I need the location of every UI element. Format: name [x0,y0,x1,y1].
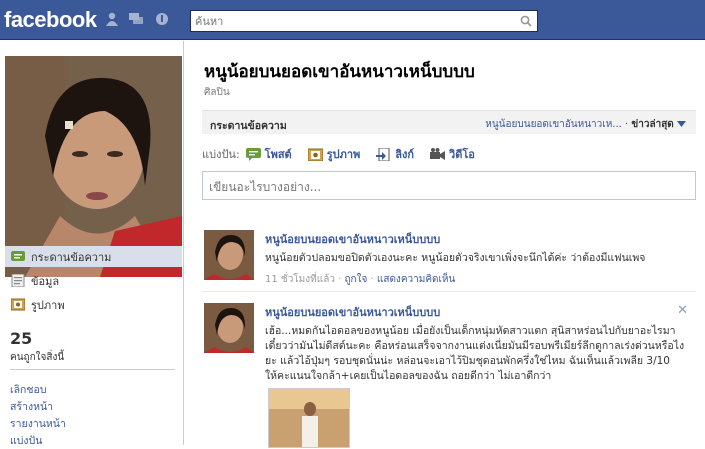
post-author-link[interactable]: หนูน้อยบนยอดเขาอันหนาวเหน็บบบบ [265,230,685,248]
composer-input[interactable]: เขียนอะไรบางอย่าง... [202,171,696,200]
sidebar-item-label: ข้อมูล [31,274,60,288]
sidebar-item-info[interactable]: ข้อมูล [5,270,182,291]
post-divider [202,291,696,292]
post-body: หนูน้อยบนยอดเขาอันหนาวเหน็บบบบ หนูน้อยตั… [265,230,685,287]
post-timestamp[interactable]: 11 ชั่วโมงที่แล้ว [265,274,335,285]
sidebar-item-wall[interactable]: กระดานข้อความ [5,246,182,267]
create-page-link[interactable]: สร้างหน้า [10,398,66,415]
wall-filter-page-link[interactable]: หนูน้อยบนยอดเขาอันหนาวเห... [485,119,622,130]
share-label: แบ่งปัน: [202,148,240,161]
comment-link[interactable]: แสดงความคิดเห็น [377,274,455,285]
post-body: หนูน้อยบนยอดเขาอันหนาวเหน็บบบบ เฮ้อ...หม… [265,303,685,384]
post-text: หนูน้อยตัวปลอมขอปิดตัวเองนะคะ หนูน้อยตัว… [265,252,646,264]
search-button[interactable] [515,11,537,31]
wall-title: กระดานข้อความ [210,120,287,132]
share-video-tab[interactable]: วิดีโอ [430,145,475,163]
video-icon [430,147,446,160]
sidebar-item-label: กระดานข้อความ [31,250,112,264]
unlike-link[interactable]: เลิกชอบ [10,381,66,398]
sidebar-nav: กระดานข้อความ ข้อมูล รูปภาพ [5,246,182,318]
wall-filter-dropdown[interactable]: ข่าวล่าสุด [631,119,673,130]
post-meta: 11 ชั่วโมงที่แล้ว · ถูกใจ · แสดงความคิดเ… [265,274,456,285]
wall-icon [11,251,25,261]
share-item-label: วิดีโอ [449,148,475,161]
friend-requests-icon[interactable] [104,12,120,26]
page-category: ศิลปิน [204,87,230,98]
page-title: หนูน้อยบนยอดเขาอันหนาวเหน็บบบบ [204,62,475,82]
status-icon [245,147,261,161]
share-link-tab[interactable]: ลิงก์ [376,145,414,163]
info-icon [11,274,25,287]
likes-count[interactable]: 25 [10,329,32,348]
post-author-avatar[interactable] [204,230,254,280]
post-author-avatar[interactable] [204,303,254,353]
top-bar: facebook [0,0,705,40]
sidebar-item-label: รูปภาพ [31,298,65,312]
facebook-logo[interactable]: facebook [4,7,97,33]
left-column: กระดานข้อความ ข้อมูล รูปภาพ 25 คนถูกใจสิ… [0,41,184,447]
like-link[interactable]: ถูกใจ [344,274,367,285]
share-photo-tab[interactable]: รูปภาพ [307,145,361,163]
post-text: เฮ้อ...หมดกันไอดอลของหนูน้อย เมื่อยังเป็… [265,325,685,382]
wall-filter-separator: · [621,119,632,130]
photos-icon [11,298,25,311]
post-author-link[interactable]: หนูน้อยบนยอดเขาอันหนาวเหน็บบบบ [265,303,685,321]
post-photo-thumbnail[interactable] [268,388,350,448]
wall-filter: หนูน้อยบนยอดเขาอันหนาวเห... · ข่าวล่าสุด [485,117,686,132]
messages-icon[interactable] [128,12,144,26]
chevron-down-icon[interactable] [677,121,686,127]
link-icon [376,147,390,161]
sidebar-item-photos[interactable]: รูปภาพ [5,294,182,315]
share-item-label: โพสต์ [264,148,292,161]
photo-icon [307,148,323,161]
close-icon[interactable]: ✕ [677,303,688,318]
divider [10,369,175,370]
share-status-tab[interactable]: โพสต์ [245,145,292,163]
share-item-label: ลิงก์ [395,148,415,161]
wall-header: กระดานข้อความ หนูน้อยบนยอดเขาอันหนาวเห..… [202,110,696,134]
share-bar: แบ่งปัน: โพสต์ รูปภาพ ลิงก์ วิดีโอ [202,144,696,164]
profile-picture[interactable] [5,56,182,277]
search-icon [520,15,532,27]
share-item-label: รูปภาพ [326,148,361,161]
report-page-link[interactable]: รายงานหน้า [10,415,66,432]
side-links: เลิกชอบ สร้างหน้า รายงานหน้า แบ่งปัน [10,381,66,449]
notifications-icon[interactable] [154,12,170,26]
search-box [190,10,538,32]
search-input[interactable] [191,11,513,31]
likes-label: คนถูกใจสิ่งนี้ [10,352,65,363]
share-link[interactable]: แบ่งปัน [10,432,66,449]
